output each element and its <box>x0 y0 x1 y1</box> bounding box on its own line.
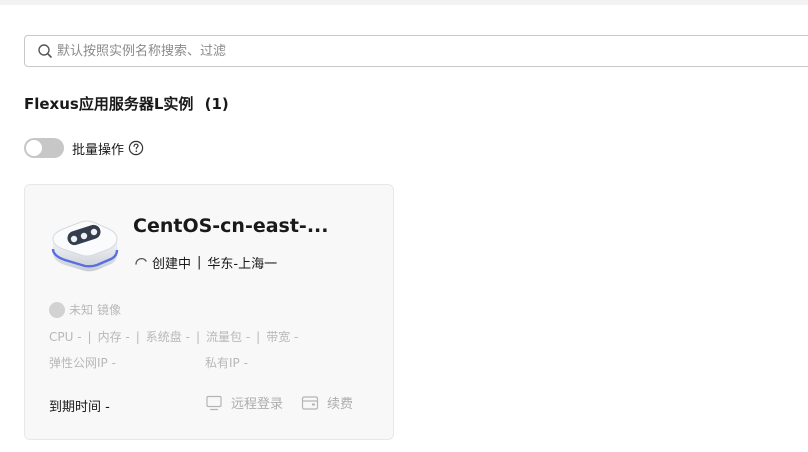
batch-operation-label: 批量操作 <box>72 142 125 158</box>
section-title: Flexus应用服务器L实例 (1) <box>24 93 229 114</box>
renew-label: 续费 <box>327 397 354 412</box>
spec-cpu: CPU - <box>49 330 82 344</box>
instance-name[interactable]: CentOS-cn-east-... <box>133 215 353 237</box>
wallet-icon <box>301 395 319 410</box>
spec-system-disk: 系统盘 - <box>145 330 190 344</box>
public-ip: 弹性公网IP - <box>49 356 116 370</box>
batch-operation-toggle[interactable] <box>24 138 64 158</box>
search-input[interactable] <box>57 37 808 65</box>
search-icon <box>38 44 52 58</box>
renew-button[interactable]: 续费 <box>301 393 353 412</box>
unknown-image-icon <box>49 301 65 318</box>
help-icon[interactable] <box>128 140 144 156</box>
spec-traffic-package: 流量包 - <box>206 330 251 344</box>
status-separator: | <box>197 255 202 270</box>
instance-status-row: 创建中 | 华东-上海一 <box>133 253 277 272</box>
instance-specs: CPU - | 内存 - | 系统盘 - | 流量包 - | 带宽 - <box>49 330 299 344</box>
section-title-text: Flexus应用服务器L实例 <box>24 95 194 113</box>
main-panel: Flexus应用服务器L实例 (1) 批量操作 <box>0 5 808 452</box>
loading-spinner-icon <box>135 257 147 265</box>
image-row: 未知 镜像 <box>49 301 121 318</box>
search-box[interactable] <box>24 35 808 67</box>
instance-status: 创建中 <box>152 257 192 272</box>
instance-count: (1) <box>204 95 229 113</box>
image-status: 未知 <box>69 303 94 317</box>
expire-time: 到期时间 - <box>49 400 110 415</box>
instance-card[interactable]: CentOS-cn-east-... 创建中 | 华东-上海一 未知 镜像 CP… <box>24 184 394 440</box>
remote-login-button[interactable]: 远程登录 <box>205 393 283 412</box>
server-icon <box>51 220 119 272</box>
private-ip: 私有IP - <box>205 356 248 370</box>
instance-region: 华东-上海一 <box>207 257 278 272</box>
spec-bandwidth: 带宽 - <box>266 330 299 344</box>
batch-operation: 批量操作 <box>24 137 144 159</box>
spec-memory: 内存 - <box>97 330 130 344</box>
remote-login-label: 远程登录 <box>231 397 284 412</box>
monitor-icon <box>206 395 222 410</box>
image-label: 镜像 <box>97 303 122 317</box>
